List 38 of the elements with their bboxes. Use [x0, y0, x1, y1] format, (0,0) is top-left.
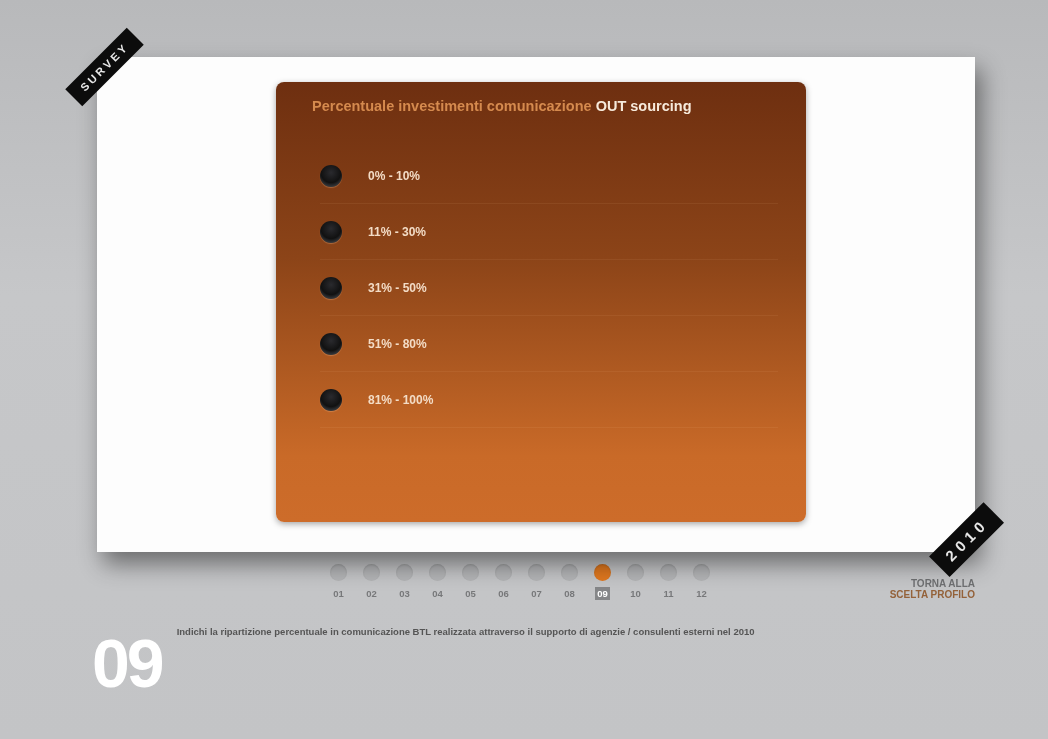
page-number[interactable]: 06	[496, 587, 511, 600]
page-number[interactable]: 09	[595, 587, 610, 600]
page-dot[interactable]	[693, 564, 710, 581]
radio-button[interactable]	[320, 388, 342, 411]
radio-button[interactable]	[320, 220, 342, 243]
page-number[interactable]: 04	[430, 587, 445, 600]
option-label: 51% - 80%	[368, 336, 427, 351]
page-number[interactable]: 01	[331, 587, 346, 600]
option-label: 0% - 10%	[368, 168, 421, 183]
page-dot[interactable]	[396, 564, 413, 581]
back-link[interactable]: TORNA ALLA SCELTA PROFILO	[889, 578, 975, 600]
page-dot[interactable]	[561, 564, 578, 581]
page-number[interactable]: 07	[529, 587, 544, 600]
page-number[interactable]: 05	[463, 587, 478, 600]
question-number: 09	[92, 632, 162, 694]
page-number[interactable]: 03	[397, 587, 412, 600]
page-number[interactable]: 08	[562, 587, 577, 600]
page-dot[interactable]	[660, 564, 677, 581]
radio-button[interactable]	[320, 332, 342, 355]
page-dot[interactable]	[627, 564, 644, 581]
page-number[interactable]: 02	[364, 587, 379, 600]
page-dot[interactable]	[429, 564, 446, 581]
option-label: 31% - 50%	[368, 280, 427, 295]
page-number[interactable]: 12	[694, 587, 709, 600]
page-dot[interactable]	[330, 564, 347, 581]
page-dot[interactable]	[594, 564, 611, 581]
page-dot[interactable]	[363, 564, 380, 581]
page-dot[interactable]	[495, 564, 512, 581]
option-label: 81% - 100%	[368, 392, 434, 407]
page-dot[interactable]	[528, 564, 545, 581]
question-title: Percentuale investimenti comunicazione OUT sourcing	[312, 98, 693, 114]
option-label: 11% - 30%	[368, 224, 427, 239]
radio-button[interactable]	[320, 276, 342, 299]
page-number[interactable]: 10	[628, 587, 643, 600]
radio-button[interactable]	[320, 164, 342, 187]
page-dot[interactable]	[462, 564, 479, 581]
question-description: Indichi la ripartizione percentuale in comunicazione BTL realizzata attraverso il supporto di agenzie / consulenti esterni nel 2010	[176, 626, 756, 639]
page-number[interactable]: 11	[661, 587, 676, 600]
